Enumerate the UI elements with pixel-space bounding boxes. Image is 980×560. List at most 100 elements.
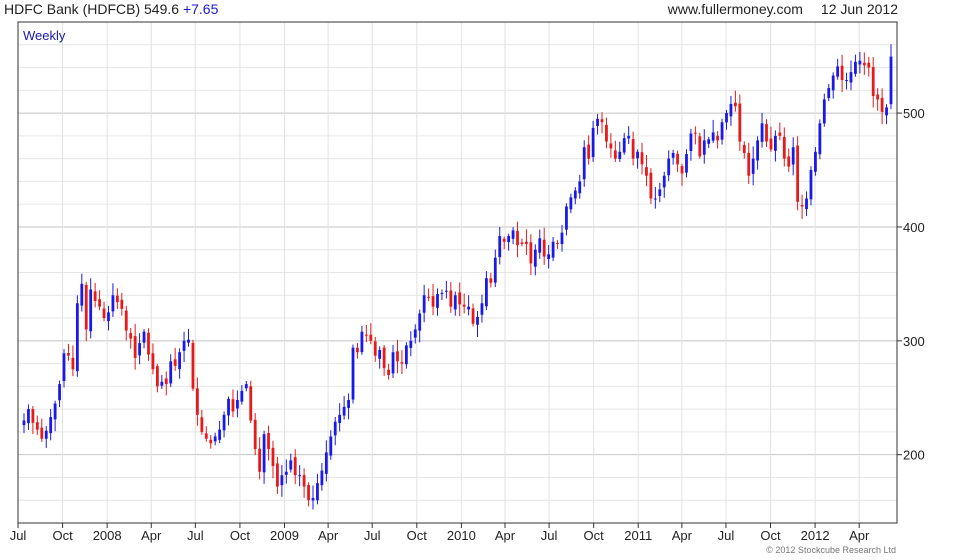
candle-body [493, 257, 497, 283]
candle-body [187, 339, 190, 343]
candle-body [511, 230, 515, 239]
y-tick-label: 200 [903, 448, 925, 463]
candle-body [98, 299, 101, 307]
candle-body [618, 151, 622, 159]
candle-body [591, 127, 595, 157]
candle-body [622, 138, 626, 153]
candle-body [631, 139, 635, 159]
candle-body [609, 143, 613, 149]
candle-body [453, 295, 457, 310]
candle-body [129, 333, 133, 339]
candle-body [35, 422, 39, 430]
candle-body [796, 145, 800, 202]
candle-body [196, 388, 199, 415]
candle-body [364, 334, 368, 336]
candle-body [716, 135, 719, 141]
candle-body [227, 398, 230, 416]
x-tick-label: Oct [584, 528, 605, 543]
candle-body [431, 296, 435, 307]
candle-body [111, 295, 115, 312]
candle-body [302, 475, 306, 487]
candle-body [733, 102, 737, 107]
candle-body [31, 409, 35, 423]
x-tick-label: Oct [52, 528, 73, 543]
candle-body [502, 238, 506, 242]
candle-body [80, 283, 84, 306]
candle-body [693, 132, 697, 134]
candle-body [769, 138, 773, 150]
candle-body [791, 147, 795, 165]
candle-body [822, 99, 826, 124]
candle-body [689, 133, 693, 152]
y-axis: 200 300 400 500 [897, 106, 925, 463]
candle-body [569, 197, 573, 210]
candle-body [120, 299, 124, 309]
candle-body [551, 241, 555, 258]
candle-body [191, 342, 195, 389]
candle-body [520, 242, 524, 245]
candle-body [774, 135, 777, 151]
candle-body [836, 66, 840, 77]
candle-body [738, 103, 742, 142]
x-tick-label: Jul [718, 528, 735, 543]
candle-body [236, 400, 239, 409]
candle-body [560, 232, 564, 245]
candle-body [124, 310, 128, 331]
candle-body [871, 67, 875, 97]
candle-body [213, 436, 217, 442]
x-tick-label: 2011 [624, 528, 652, 543]
candle-body [680, 166, 684, 174]
candle-body [685, 154, 688, 173]
x-tick-label: Oct [407, 528, 428, 543]
candle-body [782, 136, 786, 159]
candle-body [400, 362, 404, 364]
candle-body [889, 56, 893, 105]
candle-body [351, 347, 355, 400]
candle-body [747, 152, 751, 176]
candle-body [885, 107, 888, 116]
candle-body [289, 460, 293, 470]
candle-body [151, 353, 155, 370]
candle-body [573, 190, 577, 199]
candle-body [75, 303, 79, 372]
candle-body [115, 295, 119, 303]
candle-body [578, 181, 582, 194]
candle-body [462, 304, 466, 307]
candle-body [298, 475, 302, 477]
candle-body [667, 158, 671, 176]
candle-body [44, 430, 48, 439]
candle-body [404, 345, 408, 365]
candle-body [582, 147, 586, 180]
candle-body [200, 417, 204, 432]
candle-body [58, 384, 61, 401]
candle-body [840, 65, 844, 81]
period-label: Weekly [23, 28, 66, 43]
candle-body [280, 475, 284, 486]
candle-body [671, 152, 675, 158]
candle-body [182, 340, 186, 351]
candle-body [373, 341, 377, 356]
candle-body [84, 284, 88, 330]
candle-body [164, 378, 168, 385]
candle-body [787, 156, 791, 167]
candle-body [867, 62, 871, 68]
y-tick-label: 400 [903, 220, 925, 235]
candle-body [662, 175, 666, 188]
x-axis: Jul Oct 2008 Apr Jul Oct 2009 Apr Jul Oct 2010 Apr J… [10, 523, 870, 543]
candle-body [320, 470, 324, 486]
x-tick-label: Jul [541, 528, 558, 543]
candle-body [271, 447, 275, 467]
x-tick-label: Oct [760, 528, 781, 543]
candle-body [707, 139, 711, 144]
candle-body [845, 80, 848, 82]
x-tick-label: Jul [10, 528, 27, 543]
candle-body [107, 312, 110, 322]
candle-body [605, 124, 608, 142]
candle-body [800, 205, 804, 207]
candle-body [311, 497, 315, 501]
candle-body [533, 249, 537, 267]
x-tick-label: 2012 [801, 528, 830, 543]
candle-body [67, 352, 70, 356]
candle-body [324, 452, 328, 474]
candle-body [142, 331, 146, 343]
